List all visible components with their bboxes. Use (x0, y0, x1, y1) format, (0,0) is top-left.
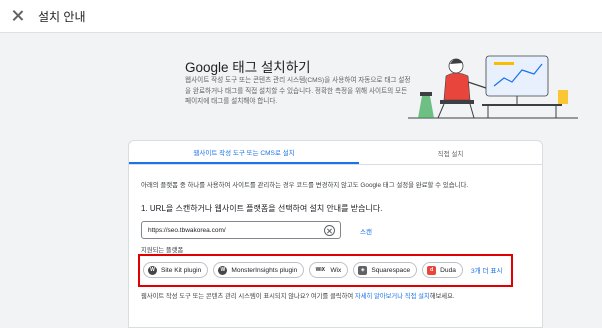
platform-chip-site-kit[interactable]: W Site Kit plugin (143, 262, 209, 278)
manual-install-link[interactable]: 직접 설치 (405, 293, 430, 300)
platform-chip-monsterinsights[interactable]: W MonsterInsights plugin (213, 262, 305, 278)
platform-chip-squarespace[interactable]: ◈ Squarespace (353, 262, 418, 278)
footer-suffix: 해보세요. (429, 293, 455, 300)
wordpress-icon: W (148, 265, 157, 275)
chip-label: MonsterInsights plugin (231, 266, 298, 274)
close-icon[interactable] (10, 8, 26, 24)
setup-illustration (408, 55, 578, 119)
footer-prefix: 웹사이트 작성 도구 또는 콘텐츠 관리 시스템이 표시되지 않나요? 여기를 … (141, 293, 355, 300)
duda-icon: d (427, 265, 437, 275)
platform-chips: W Site Kit plugin W MonsterInsights plug… (143, 262, 503, 278)
footer-help-text: 웹사이트 작성 도구 또는 콘텐츠 관리 시스템이 표시되지 않나요? 여기를 … (141, 291, 455, 300)
show-more-platforms-link[interactable]: 3개 더 표시 (471, 265, 503, 275)
squarespace-icon: ◈ (358, 265, 368, 275)
chip-label: Wix (330, 266, 342, 274)
tab-manual-install[interactable]: 직접 설치 (359, 141, 542, 164)
learn-more-link[interactable]: 자세히 알아보거나 (355, 293, 403, 300)
scan-button[interactable]: 스캔 (360, 226, 372, 236)
chip-label: Site Kit plugin (161, 266, 202, 274)
chip-label: Squarespace (371, 266, 411, 274)
platform-chip-wix[interactable]: WiX Wix (309, 262, 349, 278)
intro-title: Google 태그 설치하기 (185, 60, 311, 75)
url-input[interactable] (148, 226, 318, 234)
supported-platforms-label: 지원되는 플랫폼 (141, 247, 184, 254)
wix-icon: WiX (315, 267, 326, 273)
tab-bar: 웹사이트 작성 도구 또는 CMS로 설치 직접 설치 (129, 141, 542, 165)
wordpress-icon: W (218, 265, 228, 275)
step-text: 1. URL을 스캔하거나 웹사이트 플랫폼을 선택하여 설치 안내를 받습니다… (141, 204, 383, 213)
tab-cms-install[interactable]: 웹사이트 작성 도구 또는 CMS로 설치 (129, 141, 359, 164)
platform-chip-duda[interactable]: d Duda (422, 262, 463, 278)
page-title: 설치 안내 (38, 9, 86, 24)
url-field[interactable] (141, 221, 341, 239)
clear-icon[interactable] (324, 225, 335, 236)
intro-description: 웹사이트 작성 도구 또는 콘텐츠 관리 시스템(CMS)을 사용하여 자동으로… (185, 77, 411, 105)
instruction-text: 아래의 플랫폼 중 하나를 사용하여 사이트를 관리하는 경우 코드를 변경하지… (141, 182, 469, 189)
top-bar: 설치 안내 (0, 0, 602, 33)
install-card: 웹사이트 작성 도구 또는 CMS로 설치 직접 설치 아래의 플랫폼 중 하나… (128, 140, 543, 328)
chip-label: Duda (440, 266, 456, 274)
